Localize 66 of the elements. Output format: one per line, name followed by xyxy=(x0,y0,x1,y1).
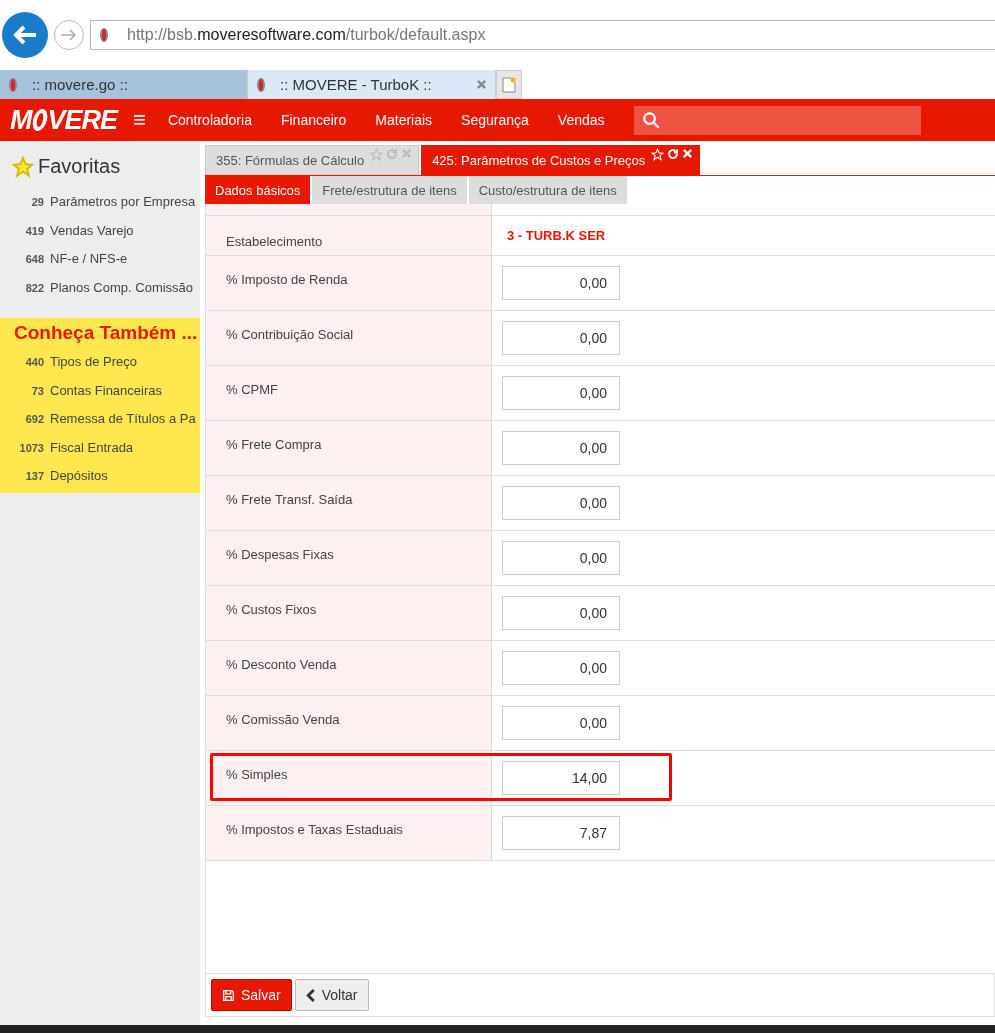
new-page-icon xyxy=(502,76,516,93)
input-field[interactable]: 0,00 xyxy=(502,596,620,630)
browser-logo-icon xyxy=(256,76,266,93)
input-field[interactable]: 0,00 xyxy=(502,706,620,740)
suggestion-item[interactable]: 692 Remessa de Títulos a Pa xyxy=(0,405,200,434)
browser-logo-icon xyxy=(8,76,18,93)
movere-logo: M VERE xyxy=(10,104,118,136)
suggestion-item[interactable]: 1073 Fiscal Entrada xyxy=(0,433,200,462)
suggestion-item[interactable]: 73 Contas Financeiras xyxy=(0,376,200,405)
input-field[interactable]: 7,87 xyxy=(502,816,620,850)
favorites-title: Favoritas xyxy=(38,155,121,178)
favorite-item[interactable]: 29 Parâmetros por Empresa xyxy=(0,188,200,217)
suggestion-item[interactable]: 440 Tipos de Preço xyxy=(0,348,200,377)
star-icon xyxy=(12,155,34,178)
save-button[interactable]: Salvar xyxy=(211,979,292,1011)
nav-link[interactable]: Materiais xyxy=(375,112,433,128)
forward-button[interactable] xyxy=(54,20,84,50)
field-label: % Custos Fixos xyxy=(226,602,317,617)
close-icon[interactable] xyxy=(476,79,487,90)
field-label: % Frete Transf. Saída xyxy=(226,492,353,507)
new-tab-button[interactable] xyxy=(496,70,522,99)
search-field[interactable] xyxy=(633,105,921,135)
field-label: % Comissão Venda xyxy=(226,712,340,727)
back-arrow-icon xyxy=(12,24,38,46)
input-field[interactable]: 0,00 xyxy=(502,266,620,300)
field-label: % Despesas Fixas xyxy=(226,547,334,562)
browser-tab[interactable]: :: MOVERE - TurboK :: xyxy=(248,70,496,99)
back-button[interactable] xyxy=(2,12,48,58)
nav-link[interactable]: Segurança xyxy=(461,112,529,128)
address-bar[interactable]: http://bsb.moveresoftware.com/turbok/default.aspx xyxy=(90,20,995,50)
favorite-item[interactable]: 822 Planos Comp. Comissão xyxy=(0,273,200,302)
favorite-item[interactable]: 648 NF-e / NFS-e xyxy=(0,245,200,274)
input-field[interactable]: 14,00 xyxy=(502,761,620,795)
chevron-left-icon xyxy=(305,988,316,1002)
input-field[interactable]: 0,00 xyxy=(502,486,620,520)
browser-logo-icon xyxy=(99,27,109,43)
menu-icon[interactable]: ≡ xyxy=(133,107,146,133)
search-icon xyxy=(641,111,660,129)
field-label: % Imposto de Renda xyxy=(226,272,348,287)
section-tab[interactable]: Dados básicos xyxy=(205,176,311,204)
browser-tab[interactable]: :: movere.go :: xyxy=(0,70,248,99)
nav-link[interactable]: Financeiro xyxy=(280,112,347,128)
field-value: 3 - TURB.K SER xyxy=(506,228,606,243)
section-tab[interactable]: Custo/estrutura de itens xyxy=(468,176,627,204)
star-icon[interactable] xyxy=(370,148,384,161)
document-tab[interactable]: 355: Fórmulas de Cálculo xyxy=(205,145,420,175)
suggestions-title: Conheça Também ... xyxy=(13,322,199,344)
field-label: % CPMF xyxy=(226,382,278,397)
field-label: % Impostos e Taxas Estaduais xyxy=(226,822,403,837)
section-tab[interactable]: Frete/estrutura de itens xyxy=(312,176,467,204)
input-field[interactable]: 0,00 xyxy=(502,321,620,355)
field-label: Estabelecimento xyxy=(226,234,323,249)
input-field[interactable]: 0,00 xyxy=(502,541,620,575)
nav-link[interactable]: Vendas xyxy=(557,112,605,128)
field-label: % Desconto Venda xyxy=(226,657,337,672)
back-button[interactable]: Voltar xyxy=(294,979,369,1011)
forward-arrow-icon xyxy=(60,28,78,42)
input-field[interactable]: 0,00 xyxy=(502,651,620,685)
favorite-item[interactable]: 419 Vendas Varejo xyxy=(0,216,200,245)
field-label: % Simples xyxy=(226,767,288,782)
field-label: % Contribuição Social xyxy=(226,327,354,342)
nav-link[interactable]: Controladoria xyxy=(167,112,252,128)
input-field[interactable]: 0,00 xyxy=(502,431,620,465)
input-field[interactable]: 0,00 xyxy=(502,376,620,410)
field-label: % Frete Compra xyxy=(226,437,322,452)
suggestion-item[interactable]: 137 Depósitos xyxy=(0,462,200,491)
